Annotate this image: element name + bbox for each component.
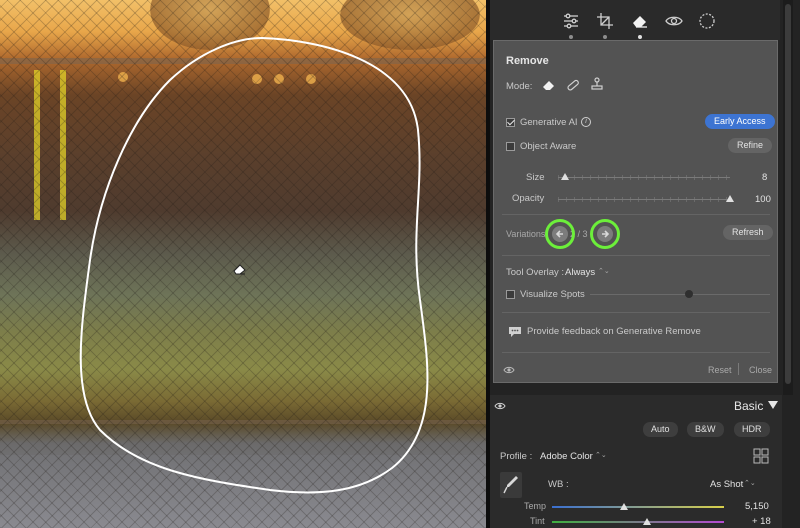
collapse-triangle-icon[interactable] xyxy=(768,401,778,410)
visualize-spots-slider[interactable] xyxy=(590,290,770,298)
size-label: Size xyxy=(526,172,545,183)
heal-bandage-icon[interactable] xyxy=(566,78,580,92)
crop-icon[interactable] xyxy=(596,12,614,39)
dropdown-chevron-icon[interactable]: ⌃⌄ xyxy=(744,479,756,487)
opacity-value[interactable]: 100 xyxy=(755,194,771,205)
divider xyxy=(502,255,770,256)
opacity-label: Opacity xyxy=(512,193,545,204)
dropdown-chevron-icon[interactable]: ⌃⌄ xyxy=(598,267,610,275)
edit-sliders-icon[interactable] xyxy=(562,12,580,39)
tool-strip xyxy=(490,0,780,40)
wb-label: WB : xyxy=(548,479,569,490)
feedback-chat-icon[interactable] xyxy=(508,326,522,338)
photo-canvas[interactable] xyxy=(0,0,486,528)
auto-button[interactable]: Auto xyxy=(643,422,678,437)
white-balance-eyedropper-icon[interactable] xyxy=(500,472,522,498)
reset-button[interactable]: Reset xyxy=(708,365,732,375)
visualize-spots-thumb[interactable] xyxy=(685,290,693,298)
opacity-slider-thumb[interactable] xyxy=(726,195,734,202)
masking-icon[interactable] xyxy=(698,12,716,30)
visualize-spots-label: Visualize Spots xyxy=(520,289,585,300)
generative-ai-label: Generative AI xyxy=(520,117,578,128)
temp-label: Temp xyxy=(524,501,547,511)
eraser-cursor-icon xyxy=(233,264,246,275)
info-icon[interactable]: i xyxy=(581,117,591,127)
before-after-eye-icon[interactable] xyxy=(503,365,515,375)
basic-panel-header[interactable]: Basic xyxy=(490,395,782,417)
mode-label: Mode: xyxy=(506,81,533,92)
remove-tool-panel: Remove Mode: Generative AI i Early Acces… xyxy=(493,40,778,383)
profile-label: Profile : xyxy=(500,451,533,462)
tint-slider-thumb[interactable] xyxy=(643,518,651,525)
refresh-button[interactable]: Refresh xyxy=(723,225,773,240)
tool-overlay-dropdown[interactable]: Always xyxy=(565,267,595,278)
divider xyxy=(502,214,770,215)
tool-overlay-label: Tool Overlay : xyxy=(506,267,565,278)
feedback-link[interactable]: Provide feedback on Generative Remove xyxy=(527,326,701,337)
profile-dropdown[interactable]: Adobe Color xyxy=(540,451,593,462)
develop-panel: Remove Mode: Generative AI i Early Acces… xyxy=(490,0,800,528)
bw-button[interactable]: B&W xyxy=(687,422,724,437)
tint-value[interactable]: + 18 xyxy=(752,516,771,527)
size-slider-thumb[interactable] xyxy=(561,173,569,180)
temp-value[interactable]: 5,150 xyxy=(745,501,769,512)
divider xyxy=(502,312,770,313)
previous-variation-highlight xyxy=(545,219,575,249)
basic-panel-title: Basic xyxy=(734,399,764,413)
next-variation-highlight xyxy=(590,219,620,249)
close-button[interactable]: Close xyxy=(749,365,772,375)
variations-label: Variations xyxy=(506,229,546,239)
tint-slider[interactable] xyxy=(552,518,724,525)
wb-dropdown[interactable]: As Shot xyxy=(710,479,743,490)
button-separator xyxy=(738,363,739,375)
remove-mode-eraser-icon[interactable] xyxy=(542,78,556,92)
temp-slider[interactable] xyxy=(552,503,724,510)
remove-eraser-icon[interactable] xyxy=(631,12,649,39)
refine-button[interactable]: Refine xyxy=(728,138,773,153)
panel-title: Remove xyxy=(506,55,549,67)
object-aware-checkbox[interactable] xyxy=(506,142,515,151)
dropdown-chevron-icon[interactable]: ⌃⌄ xyxy=(595,451,607,459)
generative-ai-checkbox[interactable] xyxy=(506,118,515,127)
size-value[interactable]: 8 xyxy=(762,172,767,183)
divider xyxy=(502,352,770,353)
basic-panel: Auto B&W HDR Profile : Adobe Color ⌃⌄ WB… xyxy=(490,417,782,528)
profile-browser-grid-icon[interactable] xyxy=(753,448,769,464)
early-access-button[interactable]: Early Access xyxy=(705,114,775,129)
size-slider[interactable] xyxy=(558,173,730,180)
object-aware-label: Object Aware xyxy=(520,141,577,152)
clone-stamp-icon[interactable] xyxy=(590,77,604,91)
temp-slider-thumb[interactable] xyxy=(620,503,628,510)
panel-scrollbar[interactable] xyxy=(783,0,793,395)
visualize-spots-checkbox[interactable] xyxy=(506,290,515,299)
hdr-button[interactable]: HDR xyxy=(734,422,770,437)
opacity-slider[interactable] xyxy=(558,195,734,202)
panel-visibility-eye-icon[interactable] xyxy=(494,401,506,411)
red-eye-icon[interactable] xyxy=(665,12,683,30)
tint-label: Tint xyxy=(530,516,545,526)
